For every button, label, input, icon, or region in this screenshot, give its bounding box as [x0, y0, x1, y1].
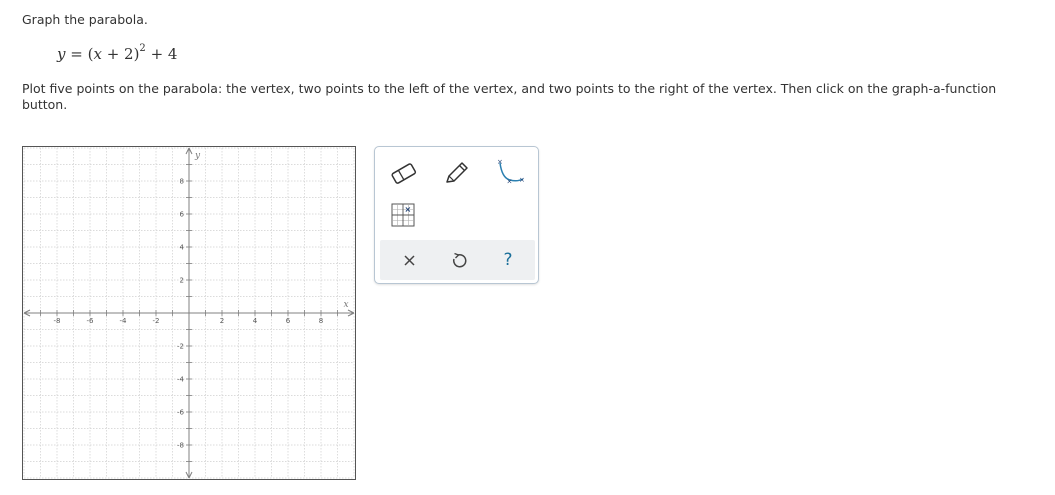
y-tick-label: -4	[177, 376, 185, 384]
y-tick-label: 6	[180, 211, 185, 219]
y-tick-label: 4	[180, 244, 185, 252]
equation-x: x	[93, 45, 102, 63]
graph-a-function-tool-button[interactable]: × × ×	[491, 157, 527, 189]
graph-toolbar: × × × × ?	[374, 146, 539, 284]
x-tick-label: -6	[87, 317, 95, 325]
svg-text:×: ×	[497, 158, 503, 166]
coordinate-plane[interactable]: -8 -6 -4 -2 2 4 6 8 8 6 4 2 -2 -4 -6 -8 x y	[22, 146, 356, 480]
grid-point-icon: ×	[391, 203, 415, 227]
equation-tail: + 4	[145, 45, 178, 63]
equation: y = (x + 2)2 + 4	[57, 43, 178, 63]
undo-button[interactable]	[438, 240, 478, 280]
pencil-tool-button[interactable]	[437, 157, 473, 189]
y-tick-label: -6	[177, 409, 185, 417]
x-tick-label: -8	[54, 317, 61, 325]
x-tick-label: -2	[153, 317, 160, 325]
svg-text:×: ×	[519, 176, 525, 184]
instructions: Plot five points on the parabola: the ve…	[22, 81, 997, 112]
x-axis-label: x	[343, 300, 348, 310]
x-tick-label: 2	[220, 317, 224, 325]
eraser-icon	[391, 163, 417, 184]
graphing-area[interactable]: -8 -6 -4 -2 2 4 6 8 8 6 4 2 -2 -4 -6 -8 x y	[22, 146, 356, 480]
y-tick-label: 2	[180, 277, 184, 285]
x-tick-label: 6	[286, 317, 291, 325]
svg-text:×: ×	[507, 178, 513, 186]
clear-button[interactable]	[390, 240, 430, 280]
pencil-icon	[446, 162, 468, 183]
toolbar-footer: ?	[380, 240, 535, 280]
y-tick-label: 8	[180, 178, 184, 186]
y-axis-label: y	[194, 151, 201, 161]
eraser-tool-button[interactable]	[386, 157, 422, 189]
x-tick-label: -4	[120, 317, 128, 325]
svg-text:×: ×	[405, 205, 412, 214]
help-button[interactable]: ?	[488, 240, 528, 280]
equation-exponent: 2	[139, 43, 146, 54]
parabola-curve-icon: × × ×	[497, 158, 525, 186]
x-tick-label: 4	[253, 317, 258, 325]
y-tick-label: -2	[177, 343, 184, 351]
undo-icon	[453, 252, 467, 268]
x-tick-label: 8	[319, 317, 323, 325]
question-prompt: Graph the parabola.	[22, 12, 148, 27]
close-icon	[404, 255, 415, 266]
point-tool-button[interactable]: ×	[388, 199, 420, 231]
y-tick-label: -8	[177, 442, 184, 450]
equation-equals: =	[65, 45, 88, 63]
equation-close: + 2)	[101, 45, 140, 63]
